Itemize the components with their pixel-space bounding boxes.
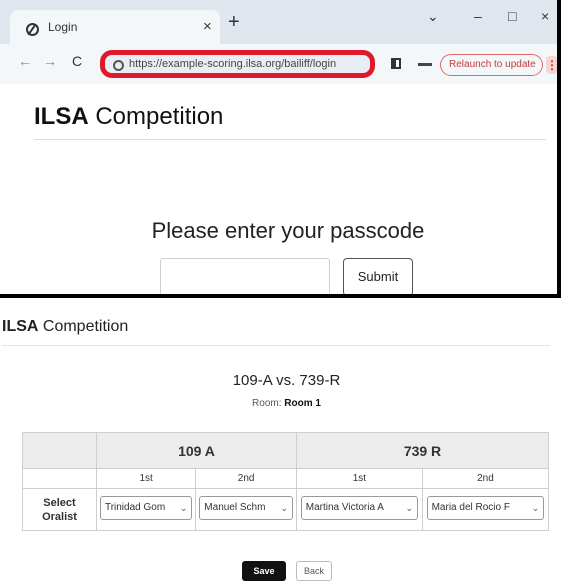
- team-header: 109 A: [96, 432, 297, 469]
- oralist-select-value: Manuel Schm: [204, 502, 266, 513]
- minimize-icon[interactable]: –: [474, 8, 482, 24]
- chevron-down-icon: ⌄: [280, 503, 288, 513]
- brand-rest: Competition: [88, 103, 224, 130]
- chevron-down-icon: ⌄: [531, 503, 540, 513]
- oralist-select-value: Maria del Rocio F: [431, 502, 510, 513]
- corner-cell: [22, 432, 97, 469]
- oralist-table: 109 A 739 R 1st 2nd 1st 2nd Select Oralis…: [22, 432, 550, 531]
- order-row: 1st 2nd 1st 2nd: [22, 468, 550, 489]
- maximize-icon[interactable]: □: [508, 8, 516, 24]
- tab-search-icon[interactable]: ⌄: [427, 8, 439, 25]
- submit-button[interactable]: Submit: [343, 258, 413, 294]
- order-cell: 2nd: [195, 468, 297, 489]
- passcode-prompt: Please enter your passcode: [151, 218, 425, 243]
- match-title: 109-A vs. 739-R: [232, 372, 341, 389]
- corner-cell: [22, 468, 97, 489]
- browser-toolbar: ← → C https://example-scoring.ilsa.org/b…: [0, 44, 557, 84]
- passcode-input[interactable]: [160, 258, 330, 294]
- new-tab-icon[interactable]: +: [228, 12, 240, 32]
- brand-bold: ILSA: [2, 318, 39, 335]
- brand-rest: Competition: [38, 318, 129, 335]
- order-cell: 1st: [95, 468, 197, 489]
- row-label-line1: Select: [43, 496, 76, 509]
- team-header: 739 R: [295, 432, 550, 469]
- select-oralist-row: Select Oralist Trinidad Gom ⌄ Manuel Schm ⌄…: [22, 488, 550, 531]
- team-header-row: 109 A 739 R: [22, 432, 550, 469]
- room-info: Room: Room 1: [0, 398, 561, 409]
- room-label: Room:: [252, 398, 285, 409]
- back-arrow-icon[interactable]: ←: [18, 53, 32, 69]
- tab-close-icon[interactable]: ×: [203, 18, 212, 35]
- close-window-icon[interactable]: ×: [541, 8, 549, 24]
- oralist-cell: Martina Victoria A ⌄: [295, 488, 423, 531]
- login-screenshot: Login × + ⌄ – □ × ← → C https://example-…: [0, 0, 561, 298]
- chevron-down-icon: ⌄: [405, 503, 414, 513]
- site-info-icon[interactable]: [113, 60, 124, 71]
- oralist-select[interactable]: Maria del Rocio F ⌄: [426, 496, 545, 520]
- reload-icon[interactable]: C: [72, 53, 82, 69]
- brand-bold: ILSA: [34, 103, 89, 130]
- tab-title: Login: [48, 20, 78, 34]
- divider: [34, 139, 546, 140]
- room-value: Room 1: [284, 398, 321, 409]
- save-button[interactable]: Save: [242, 561, 286, 581]
- chevron-down-icon: ⌄: [179, 503, 188, 513]
- side-panel-icon[interactable]: [391, 58, 401, 69]
- scoring-screenshot: ILSA Competition 109-A vs. 739-R Room: R…: [0, 302, 561, 581]
- menu-kebab-icon[interactable]: ⋮: [546, 56, 557, 74]
- oralist-select-value: Martina Victoria A: [305, 502, 384, 513]
- forward-arrow-icon[interactable]: →: [43, 53, 57, 69]
- oralist-select-value: Trinidad Gom: [104, 502, 166, 513]
- site-brand: ILSA Competition: [2, 318, 128, 336]
- select-oralist-label: Select Oralist: [22, 488, 97, 531]
- extension-icon[interactable]: [418, 63, 432, 66]
- divider: [2, 345, 550, 346]
- browser-tab-bar: Login × + ⌄ – □ ×: [0, 0, 557, 44]
- oralist-cell: Maria del Rocio F ⌄: [421, 488, 550, 531]
- relaunch-button[interactable]: Relaunch to update: [440, 54, 543, 76]
- browser-tab[interactable]: Login ×: [10, 10, 220, 44]
- tab-favicon-icon: [26, 23, 39, 36]
- oralist-select[interactable]: Manuel Schm ⌄: [199, 496, 293, 520]
- order-cell: 1st: [295, 468, 423, 489]
- oralist-cell: Manuel Schm ⌄: [195, 488, 297, 531]
- oralist-cell: Trinidad Gom ⌄: [95, 488, 197, 531]
- site-brand: ILSA Competition: [34, 103, 223, 131]
- address-url[interactable]: https://example-scoring.ilsa.org/bailiff…: [129, 58, 336, 70]
- back-button[interactable]: Back: [296, 561, 332, 581]
- row-label-line2: Oralist: [42, 510, 77, 523]
- oralist-select[interactable]: Trinidad Gom ⌄: [99, 496, 193, 520]
- order-cell: 2nd: [421, 468, 550, 489]
- oralist-select[interactable]: Martina Victoria A ⌄: [300, 496, 419, 520]
- address-bar[interactable]: https://example-scoring.ilsa.org/bailiff…: [100, 50, 375, 78]
